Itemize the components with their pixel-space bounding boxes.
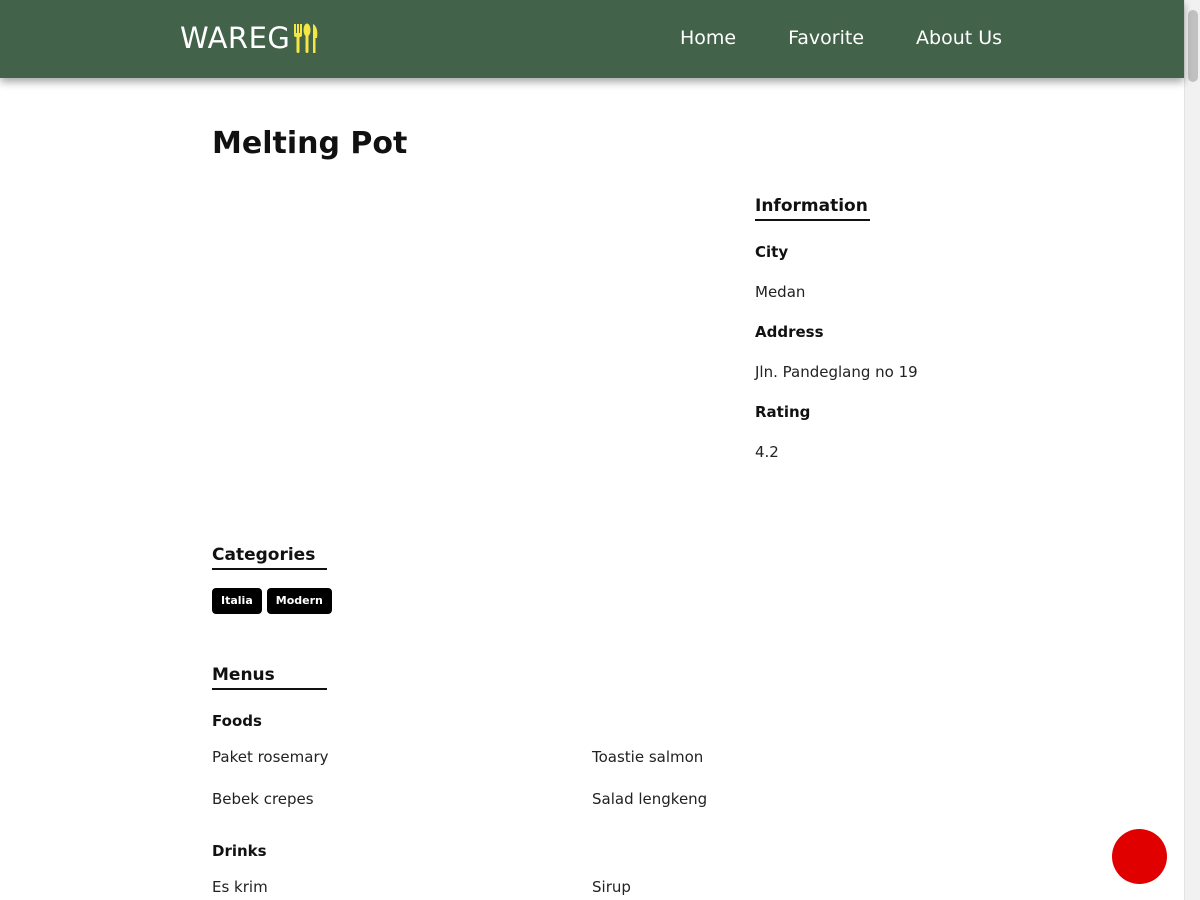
address-value: Jln. Pandeglang no 19 [755,363,918,381]
nav-links: Home Favorite About Us [680,26,1002,50]
city-value: Medan [755,283,806,301]
page-scrollbar[interactable] [1184,0,1200,900]
city-label: City [755,243,789,261]
rating-label: Rating [755,403,811,421]
brand-text: WAREG [180,21,291,55]
drink-item: Es krim [212,878,268,896]
foods-list: Paket rosemary Toastie salmon Bebek crep… [212,748,972,808]
menus-heading: Menus [212,665,327,690]
nav-favorite-link[interactable]: Favorite [788,26,864,50]
information-section: Information City Medan Address Jln. Pand… [755,196,1015,461]
brand-logo[interactable]: WAREG [180,20,320,56]
foods-label: Foods [212,712,262,730]
drink-item: Sirup [592,878,631,896]
restaurant-name: Melting Pot [212,126,408,161]
category-list: Italia Modern [212,588,332,614]
food-item: Toastie salmon [592,748,704,766]
utensils-icon [294,23,318,53]
rating-value: 4.2 [755,443,779,461]
address-label: Address [755,323,824,341]
drinks-list: Es krim Sirup [212,878,972,896]
categories-section: Categories Italia Modern [212,545,332,614]
category-tag-modern[interactable]: Modern [266,588,332,614]
food-item: Salad lengkeng [592,790,708,808]
categories-heading: Categories [212,545,327,570]
navbar: WAREG Home Favorite About Us [0,0,1184,78]
food-item: Paket rosemary [212,748,329,766]
nav-about-us-link[interactable]: About Us [916,26,1002,50]
information-heading: Information [755,196,870,221]
favorite-fab-button[interactable] [1112,829,1167,884]
category-tag-italia[interactable]: Italia [212,588,262,614]
scrollbar-thumb[interactable] [1188,10,1198,82]
nav-home-link[interactable]: Home [680,26,736,50]
drinks-label: Drinks [212,842,267,860]
menus-section: Menus Foods Paket rosemary Toastie salmo… [212,665,972,896]
food-item: Bebek crepes [212,790,314,808]
